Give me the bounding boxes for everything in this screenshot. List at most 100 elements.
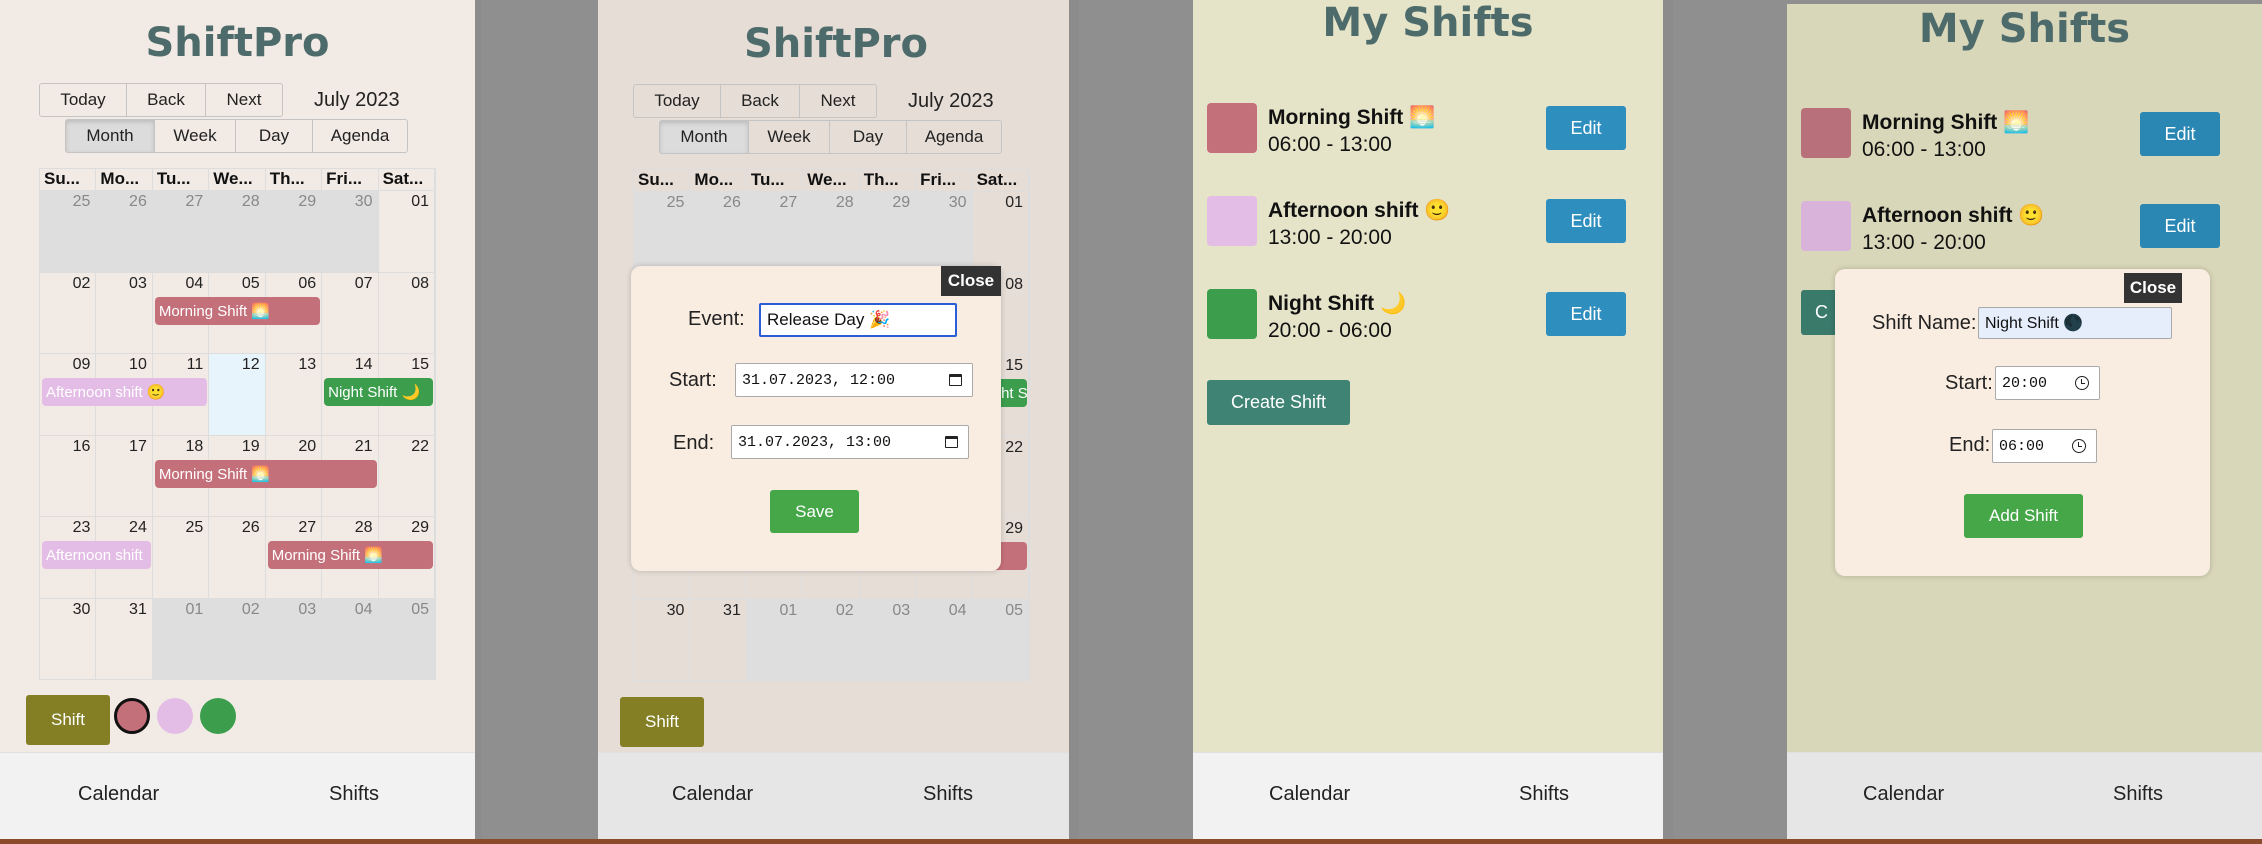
day-cell[interactable]: 04 xyxy=(322,598,379,680)
day-number[interactable]: 08 xyxy=(1005,276,1023,294)
add-shift-button[interactable]: Add Shift xyxy=(1964,494,2083,538)
day-number[interactable]: 06 xyxy=(298,275,316,293)
day-cell[interactable]: 04 xyxy=(916,599,973,681)
day-cell[interactable]: 01 xyxy=(378,191,435,273)
day-number[interactable]: 18 xyxy=(185,438,203,456)
day-cell[interactable]: 30 xyxy=(916,192,973,274)
day-number[interactable]: 17 xyxy=(129,438,147,456)
day-cell[interactable]: 28 xyxy=(803,192,860,274)
day-cell[interactable]: 02 xyxy=(803,599,860,681)
day-number[interactable]: 04 xyxy=(185,275,203,293)
day-cell[interactable]: 25 xyxy=(152,517,210,599)
day-number[interactable]: 01 xyxy=(185,601,203,619)
day-number[interactable]: 15 xyxy=(411,356,429,374)
day-number[interactable]: 05 xyxy=(1005,602,1023,620)
day-number[interactable]: 04 xyxy=(355,601,373,619)
create-shift-button[interactable]: Create Shift xyxy=(1207,380,1350,425)
day-number[interactable]: 16 xyxy=(73,438,91,456)
shift-button[interactable]: Shift xyxy=(26,695,110,745)
start-datetime-input[interactable]: 31.07.2023, 12:00 xyxy=(735,363,973,397)
day-number[interactable]: 01 xyxy=(1005,194,1023,212)
day-cell[interactable]: 01 xyxy=(746,599,804,681)
day-cell[interactable]: 07 xyxy=(322,272,379,354)
close-button[interactable]: Close xyxy=(2124,273,2182,303)
day-number[interactable]: 26 xyxy=(242,519,260,537)
day-number[interactable]: 27 xyxy=(185,193,203,211)
day-number[interactable]: 03 xyxy=(298,601,316,619)
day-number[interactable]: 09 xyxy=(73,356,91,374)
day-cell[interactable]: 02 xyxy=(209,598,266,680)
day-number[interactable]: 05 xyxy=(242,275,260,293)
day-cell[interactable]: 26 xyxy=(96,191,153,273)
shift-color-swatch[interactable] xyxy=(114,698,150,734)
day-cell[interactable]: 28 xyxy=(209,191,266,273)
day-number[interactable]: 25 xyxy=(667,194,685,212)
day-number[interactable]: 01 xyxy=(411,193,429,211)
day-cell[interactable]: 22 xyxy=(378,435,435,517)
day-cell[interactable]: 03 xyxy=(96,272,153,354)
view-month-button[interactable]: Month xyxy=(65,119,155,153)
nav-shifts[interactable]: Shifts xyxy=(1519,783,1569,806)
day-cell[interactable]: 29 xyxy=(265,191,323,273)
day-number[interactable]: 19 xyxy=(242,438,260,456)
event-input[interactable]: Release Day 🎉 xyxy=(759,303,957,337)
day-number[interactable]: 29 xyxy=(411,519,429,537)
day-number[interactable]: 13 xyxy=(298,356,316,374)
save-button[interactable]: Save xyxy=(770,490,859,533)
view-week-button[interactable]: Week xyxy=(154,119,236,153)
day-cell[interactable]: 01 xyxy=(972,192,1029,274)
edit-button[interactable]: Edit xyxy=(2140,112,2220,156)
day-number[interactable]: 24 xyxy=(129,519,147,537)
close-button[interactable]: Close xyxy=(941,266,1001,296)
shift-button[interactable]: Shift xyxy=(620,697,704,747)
day-number[interactable]: 30 xyxy=(949,194,967,212)
day-cell[interactable]: 30 xyxy=(634,599,691,681)
day-number[interactable]: 01 xyxy=(779,602,797,620)
day-cell[interactable]: 26 xyxy=(209,517,266,599)
day-cell[interactable]: 31 xyxy=(690,599,747,681)
day-number[interactable]: 22 xyxy=(411,438,429,456)
day-number[interactable]: 26 xyxy=(723,194,741,212)
view-agenda-button[interactable]: Agenda xyxy=(312,119,408,153)
day-number[interactable]: 07 xyxy=(355,275,373,293)
start-time-input[interactable]: 20:00 xyxy=(1995,366,2100,400)
end-time-input[interactable]: 06:00 xyxy=(1992,429,2097,463)
day-cell[interactable]: 01 xyxy=(152,598,210,680)
day-number[interactable]: 25 xyxy=(73,193,91,211)
today-button[interactable]: Today xyxy=(39,83,127,117)
view-agenda-button[interactable]: Agenda xyxy=(906,120,1002,154)
day-cell[interactable]: 13 xyxy=(265,354,323,436)
day-cell[interactable]: 30 xyxy=(40,598,97,680)
view-month-button[interactable]: Month xyxy=(659,120,749,154)
day-number[interactable]: 22 xyxy=(1005,439,1023,457)
day-cell[interactable]: 05 xyxy=(972,599,1029,681)
today-button[interactable]: Today xyxy=(633,84,721,118)
day-cell[interactable]: 03 xyxy=(859,599,917,681)
day-number[interactable]: 08 xyxy=(411,275,429,293)
day-number[interactable]: 02 xyxy=(242,601,260,619)
day-number[interactable]: 25 xyxy=(185,519,203,537)
day-number[interactable]: 20 xyxy=(298,438,316,456)
day-number[interactable]: 31 xyxy=(723,602,741,620)
day-number[interactable]: 03 xyxy=(129,275,147,293)
day-number[interactable]: 30 xyxy=(667,602,685,620)
day-number[interactable]: 30 xyxy=(73,601,91,619)
calendar-event[interactable]: Morning Shift 🌅 xyxy=(154,296,321,325)
day-cell[interactable]: 31 xyxy=(96,598,153,680)
day-number[interactable]: 30 xyxy=(355,193,373,211)
day-cell[interactable]: 29 xyxy=(859,192,917,274)
day-cell[interactable]: 05 xyxy=(378,598,435,680)
day-number[interactable]: 26 xyxy=(129,193,147,211)
calendar-event[interactable]: Morning Shift 🌅 xyxy=(154,459,377,488)
edit-button[interactable]: Edit xyxy=(2140,204,2220,248)
day-cell[interactable]: 16 xyxy=(40,435,97,517)
next-button[interactable]: Next xyxy=(799,84,877,118)
day-number[interactable]: 29 xyxy=(892,194,910,212)
day-number[interactable]: 10 xyxy=(129,356,147,374)
day-number[interactable]: 23 xyxy=(73,519,91,537)
day-cell[interactable]: 17 xyxy=(96,435,153,517)
day-cell[interactable]: 25 xyxy=(634,192,691,274)
day-number[interactable]: 31 xyxy=(129,601,147,619)
day-number[interactable]: 15 xyxy=(1005,357,1023,375)
day-number[interactable]: 03 xyxy=(892,602,910,620)
